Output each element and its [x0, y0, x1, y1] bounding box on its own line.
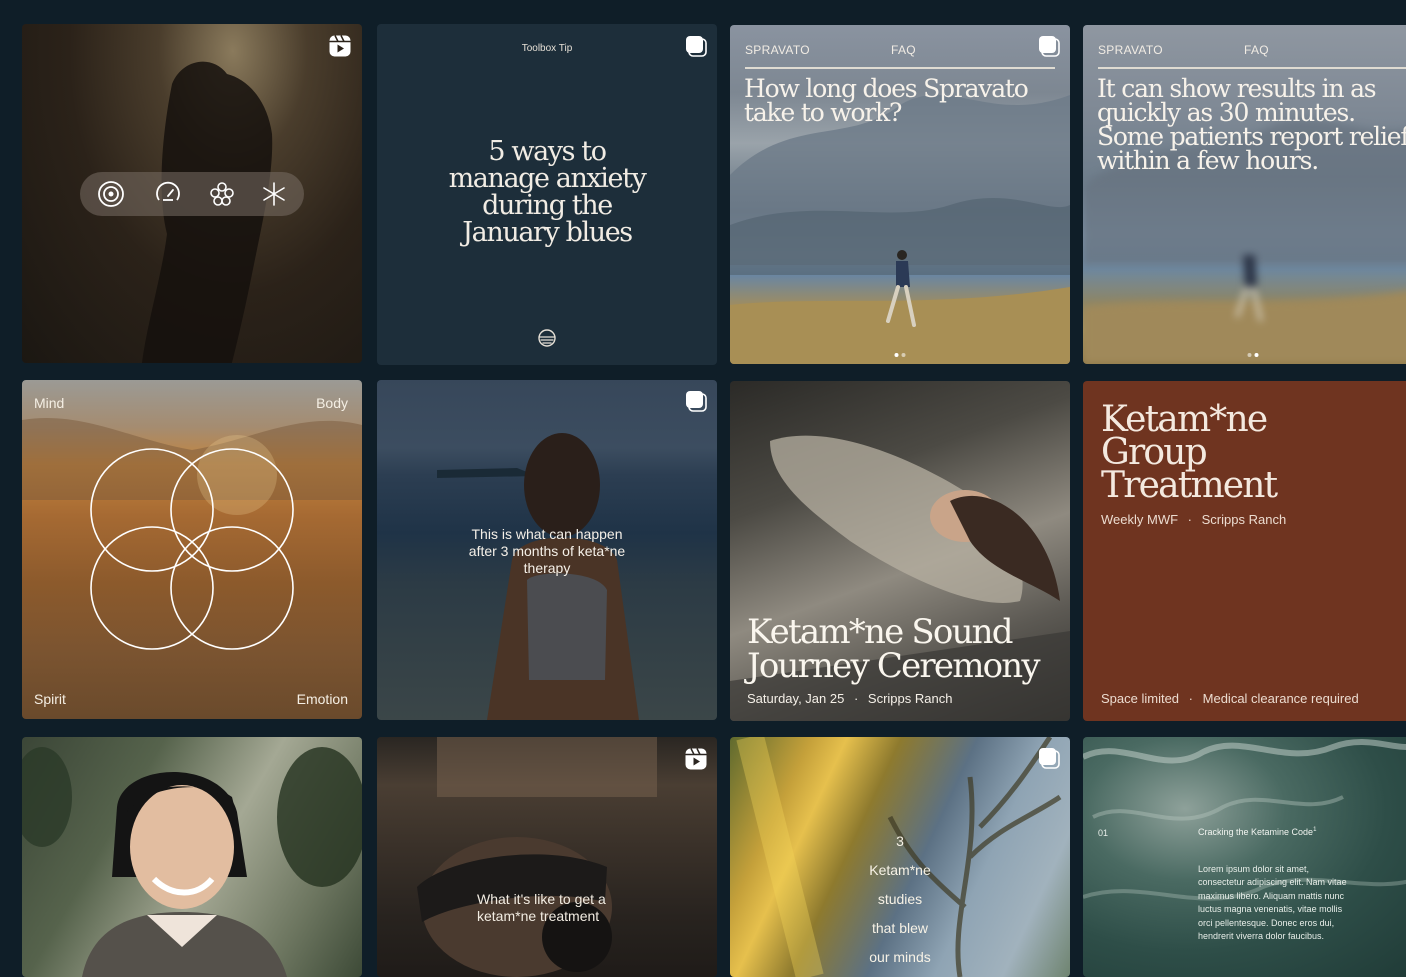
- faq-tag: SPRAVATO: [745, 43, 810, 57]
- spravato-answer-tile[interactable]: SPRAVATO FAQ It can show results in as q…: [1083, 25, 1406, 364]
- sun-logo-icon: [538, 329, 556, 347]
- carousel-icon[interactable]: [684, 34, 708, 58]
- meta-separator: ·: [853, 691, 859, 706]
- toolbox-tip-label: Toolbox Tip: [521, 43, 573, 54]
- flower-icon[interactable]: [208, 180, 236, 208]
- eye-mask-shapes: [417, 737, 657, 977]
- faq-label: FAQ: [1244, 43, 1269, 57]
- group-treatment-schedule-line: Weekly MWF · Scripps Ranch: [1101, 512, 1286, 527]
- faq-tag: SPRAVATO: [1098, 43, 1163, 57]
- cracking-title: Cracking the Ketamine Code: [1198, 827, 1314, 837]
- faq-question: How long does Spravato take to work?: [744, 74, 1029, 127]
- studies-title: 3 Ketam*ne studies that blew our minds: [730, 827, 1070, 972]
- meta-separator: ·: [1188, 691, 1194, 706]
- treatment-video-tile[interactable]: What it's like to get a ketam*ne treatme…: [377, 737, 717, 977]
- therapy-story-tile[interactable]: This is what can happen after 3 months o…: [377, 380, 717, 720]
- treatment-video-caption: What it's like to get a ketam*ne treatme…: [477, 891, 606, 924]
- studies-tile[interactable]: 3 Ketam*ne studies that blew our minds: [730, 737, 1070, 977]
- target-icon[interactable]: [97, 180, 125, 208]
- studies-line-2: Ketam*ne: [869, 862, 931, 878]
- runner-video-tile[interactable]: [22, 24, 362, 363]
- carousel-dots[interactable]: [894, 353, 906, 357]
- venn-label-mind: Mind: [34, 395, 65, 411]
- carousel-dots[interactable]: [1247, 353, 1259, 357]
- group-treatment-location: Scripps Ranch: [1201, 512, 1287, 527]
- group-treatment-note-1: Space limited: [1101, 691, 1180, 706]
- reels-icon[interactable]: [684, 747, 708, 771]
- cracking-code-tile[interactable]: 01 Cracking the Ketamine Code1 Lorem ips…: [1083, 737, 1406, 977]
- venn-label-body: Body: [316, 395, 348, 411]
- toolbox-tip-tile[interactable]: Toolbox Tip 5 ways to manage anxiety dur…: [377, 24, 717, 365]
- portrait-tile[interactable]: [22, 737, 362, 977]
- icon-toolbar: [80, 172, 304, 216]
- cracking-body: Lorem ipsum dolor sit amet, consectetur …: [1198, 864, 1347, 942]
- group-treatment-schedule: Weekly MWF: [1101, 512, 1179, 527]
- sparkle-icon[interactable]: [260, 180, 288, 208]
- portrait-shapes: [22, 747, 362, 977]
- carousel-icon[interactable]: [1037, 746, 1061, 770]
- group-treatment-tile[interactable]: Ketam*ne Group Treatment Weekly MWF · Sc…: [1083, 381, 1406, 721]
- sound-journey-date: Saturday, Jan 25: [747, 691, 845, 706]
- carousel-icon[interactable]: [684, 389, 708, 413]
- group-treatment-note-2: Medical clearance required: [1202, 691, 1359, 706]
- toolbox-tip-title: 5 ways to manage anxiety during the Janu…: [448, 136, 647, 248]
- spravato-question-tile[interactable]: SPRAVATO FAQ How long does Spravato take…: [730, 25, 1070, 364]
- faq-divider: [1098, 67, 1406, 69]
- cracking-superscript: 1: [1313, 827, 1317, 833]
- sound-journey-location: Scripps Ranch: [867, 691, 953, 706]
- venn-diagram: [90, 448, 294, 650]
- studies-line-1: 3: [896, 833, 904, 849]
- venn-label-spirit: Spirit: [34, 691, 66, 707]
- studies-line-3: studies: [877, 891, 923, 907]
- group-treatment-notes: Space limited · Medical clearance requir…: [1101, 691, 1359, 706]
- reels-icon[interactable]: [328, 34, 352, 58]
- sound-journey-tile[interactable]: Ketam*ne Sound Journey Ceremony Saturday…: [730, 381, 1070, 721]
- faq-label: FAQ: [891, 43, 916, 57]
- venn-label-emotion: Emotion: [296, 691, 348, 707]
- gauge-icon[interactable]: [154, 180, 182, 208]
- studies-line-5: our minds: [869, 949, 931, 965]
- faq-divider: [745, 67, 1055, 69]
- sound-journey-title: Ketam*ne Sound Journey Ceremony: [747, 612, 1041, 686]
- group-treatment-title: Ketam*ne Group Treatment: [1101, 399, 1278, 506]
- therapy-story-caption: This is what can happen after 3 months o…: [468, 526, 626, 576]
- studies-line-4: that blew: [871, 920, 929, 936]
- carousel-icon[interactable]: [1037, 34, 1061, 58]
- cracking-title-line: Cracking the Ketamine Code1: [1198, 827, 1316, 837]
- cracking-number: 01: [1098, 828, 1109, 838]
- faq-answer: It can show results in as quickly as 30 …: [1097, 74, 1406, 175]
- sound-journey-meta: Saturday, Jan 25 · Scripps Ranch: [747, 691, 952, 706]
- mind-body-venn-tile[interactable]: Mind Body Spirit Emotion: [22, 380, 362, 719]
- meta-separator: ·: [1187, 512, 1193, 527]
